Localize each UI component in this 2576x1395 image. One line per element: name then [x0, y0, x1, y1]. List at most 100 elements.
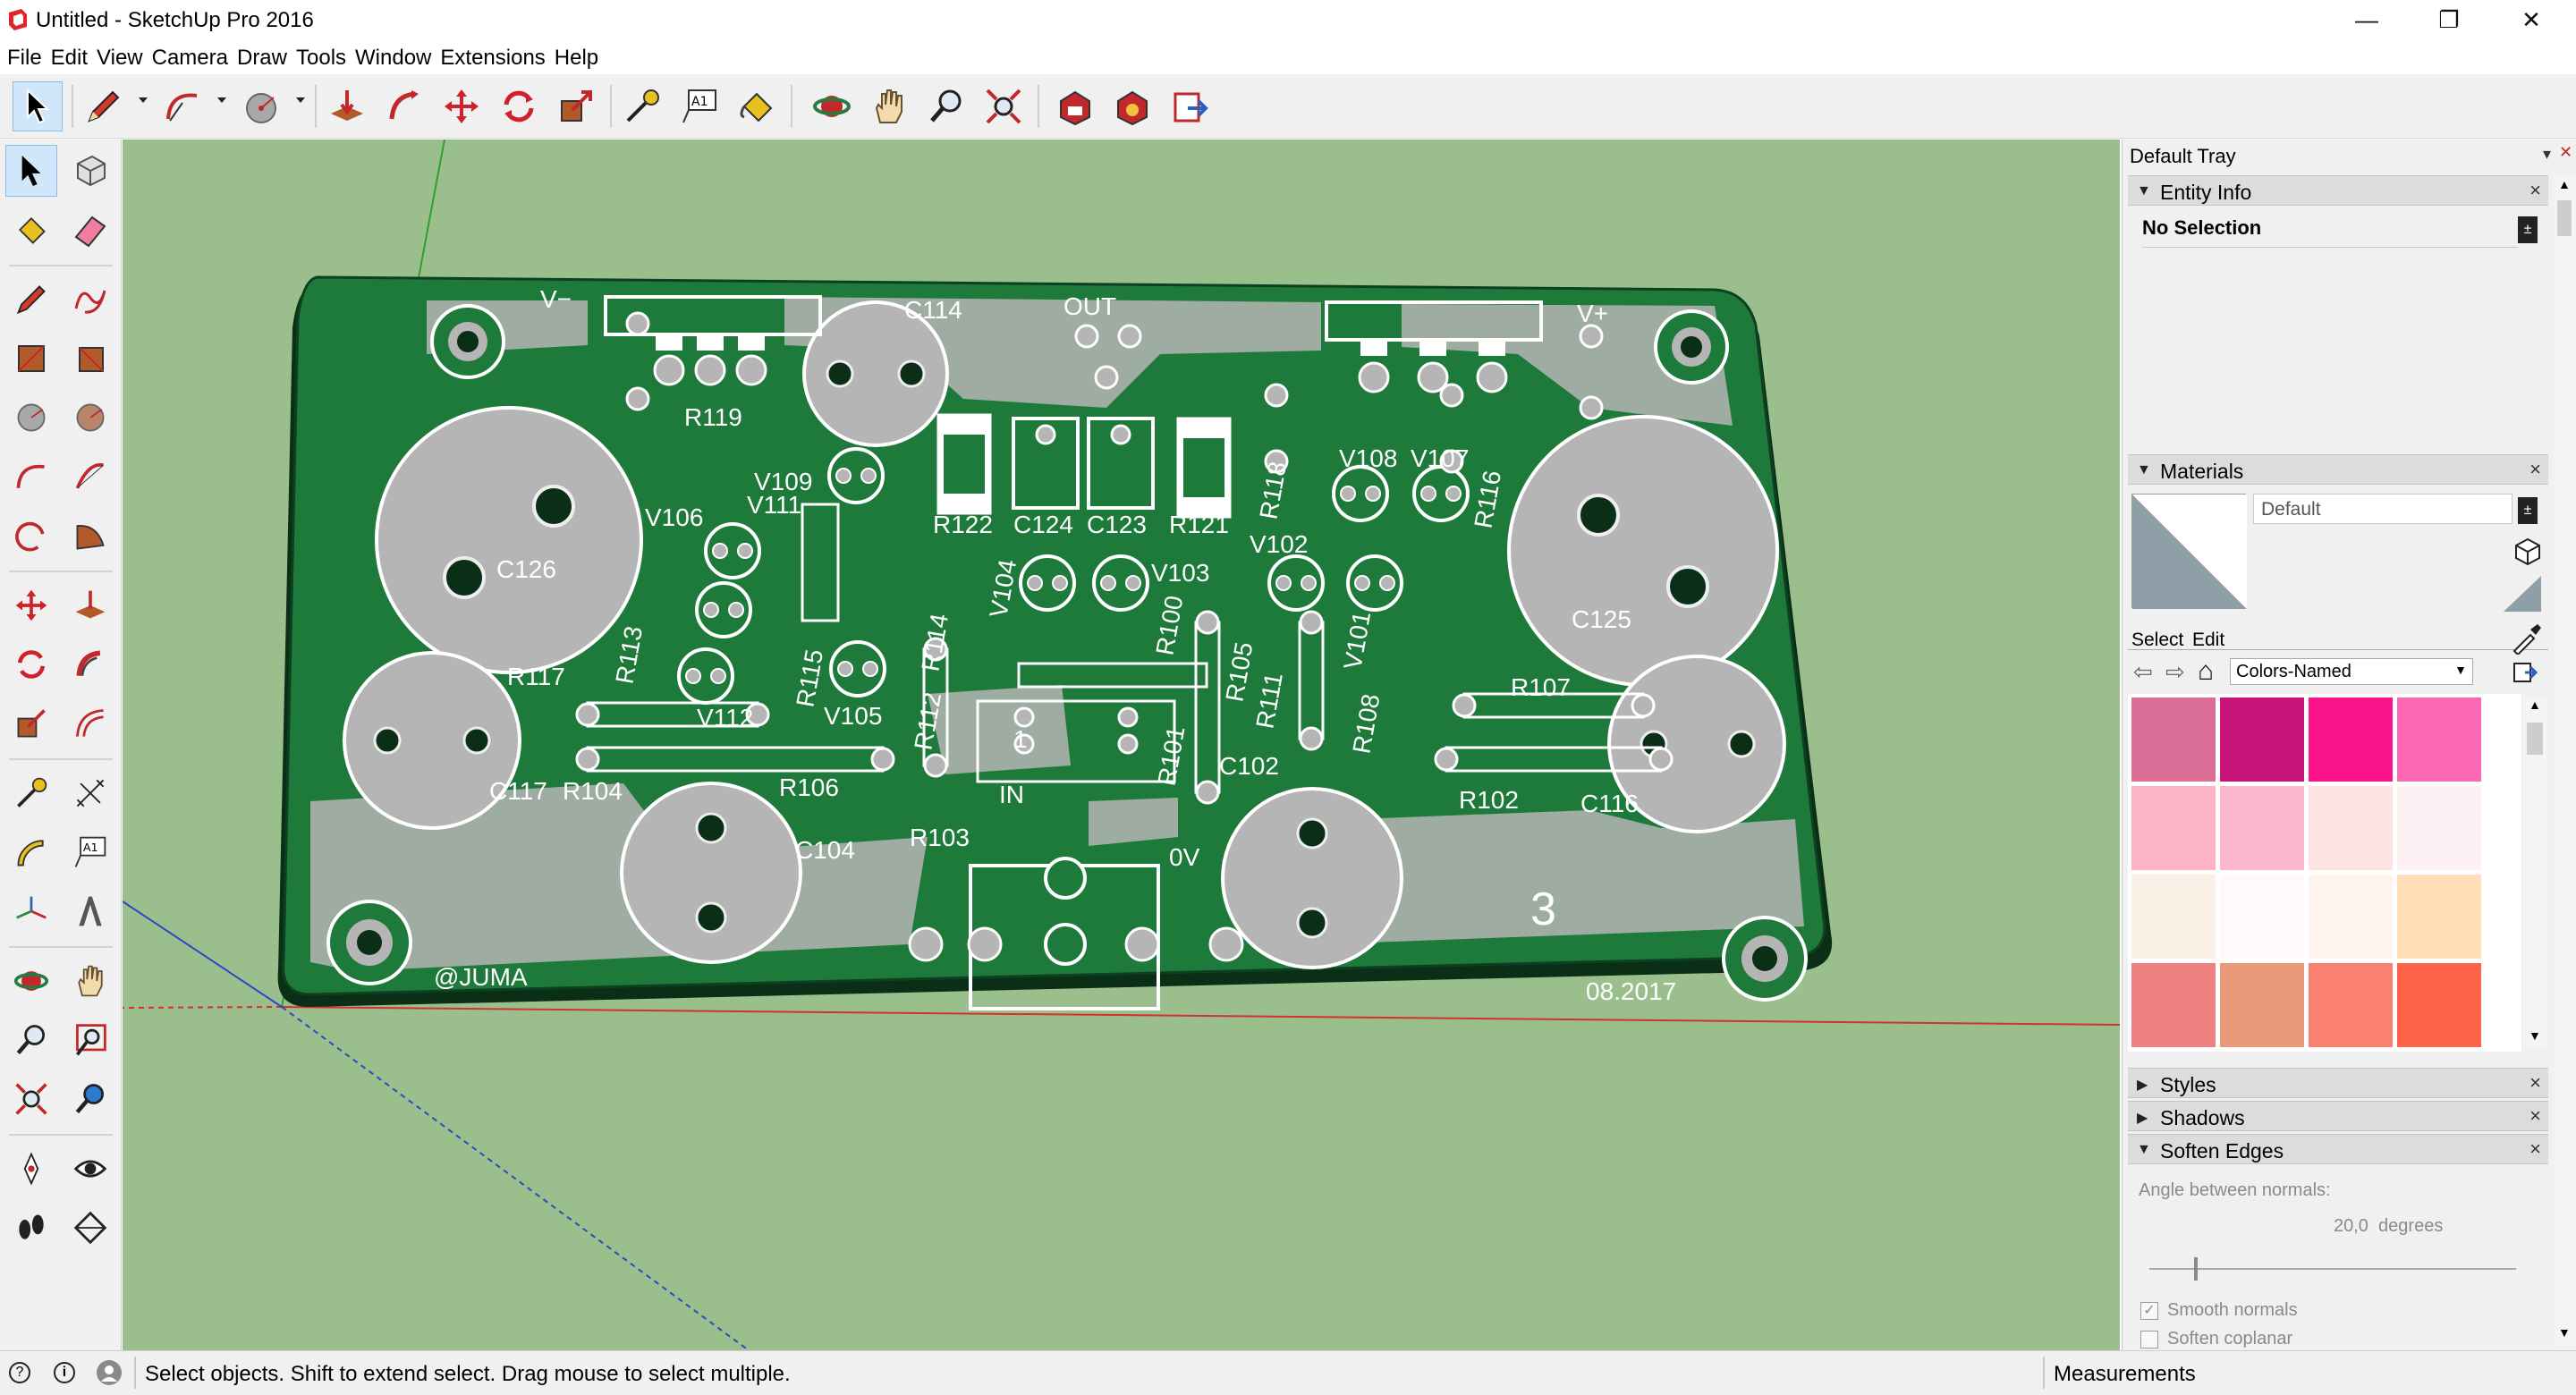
text-tool-button[interactable]: A1	[674, 81, 724, 131]
zoom-tool-left-button[interactable]	[5, 1014, 57, 1066]
make-component-button[interactable]	[64, 145, 116, 197]
scroll-up-icon[interactable]: ▲	[2558, 177, 2571, 191]
measurements-input[interactable]	[2200, 1358, 2558, 1389]
send-to-layout-button[interactable]	[1165, 81, 1215, 131]
zoom-extents-tool-button[interactable]	[979, 81, 1029, 131]
tape-measure-tool-button[interactable]	[617, 81, 667, 131]
smooth-normals-checkbox[interactable]: ✓	[2140, 1302, 2158, 1320]
scale-tool-button[interactable]	[551, 81, 601, 131]
follow-me-tool-button[interactable]	[379, 81, 429, 131]
protractor-tool-button[interactable]	[5, 826, 57, 878]
details-arrow-icon[interactable]	[2512, 660, 2538, 685]
arc-tool-left-button[interactable]	[5, 451, 57, 503]
push-pull-left-button[interactable]	[64, 579, 116, 631]
material-swatch[interactable]	[2309, 698, 2393, 782]
scroll-thumb[interactable]	[2557, 200, 2572, 236]
details-toggle-icon[interactable]: ±	[2518, 216, 2538, 243]
scroll-down-icon[interactable]: ▼	[2558, 1325, 2571, 1340]
tape-measure-left-button[interactable]	[5, 767, 57, 819]
material-swatch[interactable]	[2397, 875, 2481, 959]
tray-pin-icon[interactable]: ▾	[2543, 145, 2551, 164]
material-cube-icon[interactable]	[2512, 537, 2543, 567]
library-dropdown[interactable]: Colors-Named ▼	[2230, 658, 2473, 685]
paint-bucket-left-button[interactable]	[5, 204, 57, 256]
offset-tool-button[interactable]	[64, 698, 116, 749]
scroll-up-icon[interactable]: ▲	[2529, 698, 2541, 712]
walk-tool-button[interactable]	[5, 1202, 57, 1254]
rotate-tool-left-button[interactable]	[5, 638, 57, 690]
close-panel-icon[interactable]: ×	[2529, 1071, 2541, 1095]
close-panel-icon[interactable]: ×	[2529, 458, 2541, 481]
geo-location-icon[interactable]: ?	[9, 1362, 30, 1383]
select-tool-button[interactable]	[13, 81, 63, 131]
material-swatch[interactable]	[2309, 875, 2393, 959]
menu-help[interactable]: Help	[553, 40, 606, 74]
menu-camera[interactable]: Camera	[150, 40, 235, 74]
two-point-arc-tool-button[interactable]	[64, 451, 116, 503]
forward-arrow-icon[interactable]: ⇨	[2165, 658, 2185, 686]
soften-coplanar-checkbox[interactable]	[2140, 1331, 2158, 1348]
dimension-tool-button[interactable]	[64, 767, 116, 819]
menu-file[interactable]: File	[5, 40, 49, 74]
material-swatch[interactable]	[2220, 875, 2304, 959]
previous-view-button[interactable]	[64, 1073, 116, 1125]
soften-edges-header[interactable]: ▼ Soften Edges ×	[2128, 1134, 2548, 1164]
material-name-field[interactable]: Default	[2253, 494, 2512, 524]
close-panel-icon[interactable]: ×	[2529, 1104, 2541, 1128]
materials-header[interactable]: ▼ Materials ×	[2128, 454, 2548, 485]
menu-tools[interactable]: Tools	[294, 40, 353, 74]
3d-warehouse-button[interactable]	[1050, 81, 1100, 131]
zoom-extents-left-button[interactable]	[5, 1073, 57, 1125]
create-material-icon[interactable]: ±	[2518, 497, 2538, 524]
close-panel-icon[interactable]: ×	[2529, 179, 2541, 202]
circle-tool-button[interactable]	[236, 81, 286, 131]
push-pull-tool-button[interactable]	[322, 81, 372, 131]
scale-tool-left-button[interactable]	[5, 698, 57, 749]
material-swatch[interactable]	[2220, 698, 2304, 782]
three-point-arc-tool-button[interactable]	[5, 510, 57, 562]
back-arrow-icon[interactable]: ⇦	[2133, 658, 2153, 686]
eyedropper-icon[interactable]	[2511, 622, 2543, 656]
angle-slider-track[interactable]	[2149, 1268, 2516, 1270]
circle-dropdown-caret[interactable]	[296, 97, 305, 103]
extension-warehouse-button[interactable]	[1107, 81, 1157, 131]
home-icon[interactable]: ⌂	[2198, 656, 2214, 687]
angle-slider-thumb[interactable]	[2194, 1257, 2198, 1281]
menu-view[interactable]: View	[95, 40, 150, 74]
menu-extensions[interactable]: Extensions	[438, 40, 552, 74]
drawing-viewport[interactable]: V− V+ OUT C114 R119 V109 V111 V106 C126 …	[123, 140, 2120, 1350]
material-swatch[interactable]	[2309, 963, 2393, 1047]
paint-bucket-tool-button[interactable]	[732, 81, 782, 131]
pencil-dropdown-caret[interactable]	[139, 97, 148, 103]
swatch-scrollbar[interactable]: ▲ ▼	[2523, 698, 2546, 1046]
arc-tool-button[interactable]	[157, 81, 208, 131]
axes-tool-button[interactable]	[5, 885, 57, 937]
zoom-window-tool-button[interactable]	[64, 1014, 116, 1066]
material-swatch[interactable]	[2131, 875, 2216, 959]
select-tab[interactable]: Select	[2131, 630, 2183, 651]
credits-info-icon[interactable]: i	[54, 1362, 75, 1383]
edit-tab[interactable]: Edit	[2192, 630, 2224, 651]
move-tool-left-button[interactable]	[5, 579, 57, 631]
scroll-thumb[interactable]	[2527, 723, 2543, 755]
text-tool-left-button[interactable]: A1	[64, 826, 116, 878]
close-panel-icon[interactable]: ×	[2529, 1137, 2541, 1161]
move-tool-button[interactable]	[436, 81, 487, 131]
circle-tool-left-button[interactable]	[5, 392, 57, 444]
eraser-tool-button[interactable]	[64, 204, 116, 256]
menu-draw[interactable]: Draw	[235, 40, 294, 74]
orbit-tool-left-button[interactable]	[5, 955, 57, 1007]
material-swatch[interactable]	[2309, 786, 2393, 870]
tray-scrollbar[interactable]: ▲ ▼	[2554, 175, 2575, 1347]
pan-tool-button[interactable]	[864, 81, 914, 131]
material-swatch[interactable]	[2397, 698, 2481, 782]
rectangle-tool-button[interactable]	[5, 333, 57, 385]
material-swatch[interactable]	[2131, 786, 2216, 870]
material-swatch[interactable]	[2131, 963, 2216, 1047]
close-window-button[interactable]: ✕	[2490, 0, 2572, 40]
arc-dropdown-caret[interactable]	[217, 97, 226, 103]
material-swatch[interactable]	[2220, 786, 2304, 870]
freehand-tool-button[interactable]	[64, 274, 116, 326]
material-swatch[interactable]	[2131, 698, 2216, 782]
3d-text-tool-button[interactable]	[64, 885, 116, 937]
